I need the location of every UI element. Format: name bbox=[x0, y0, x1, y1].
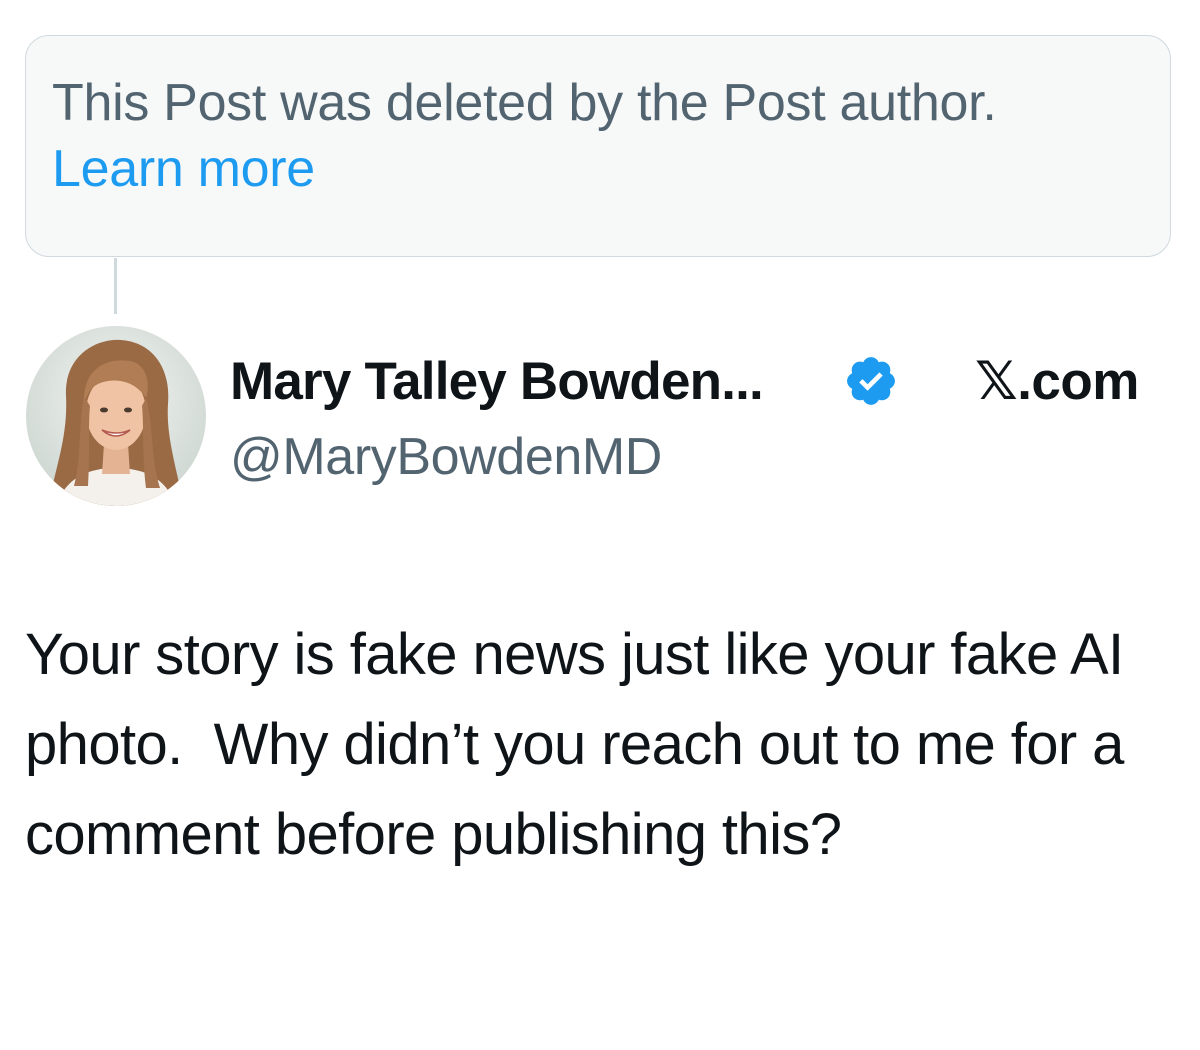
deleted-post-notice: This Post was deleted by the Post author… bbox=[25, 35, 1171, 257]
author-display-name[interactable]: Mary Talley Bowden... bbox=[230, 350, 764, 414]
author-handle[interactable]: @MaryBowdenMD bbox=[230, 425, 662, 489]
verified-badge-icon bbox=[847, 357, 895, 405]
thread-connector-line bbox=[114, 258, 117, 314]
x-com-label: 𝕏.com bbox=[975, 352, 1139, 411]
post-body-text: Your story is fake news just like your f… bbox=[25, 622, 1140, 867]
deleted-post-message: This Post was deleted by the Post author… bbox=[52, 74, 997, 132]
avatar[interactable] bbox=[26, 326, 206, 506]
user-avatar-photo-icon bbox=[26, 326, 206, 506]
learn-more-link[interactable]: Learn more bbox=[52, 136, 315, 202]
